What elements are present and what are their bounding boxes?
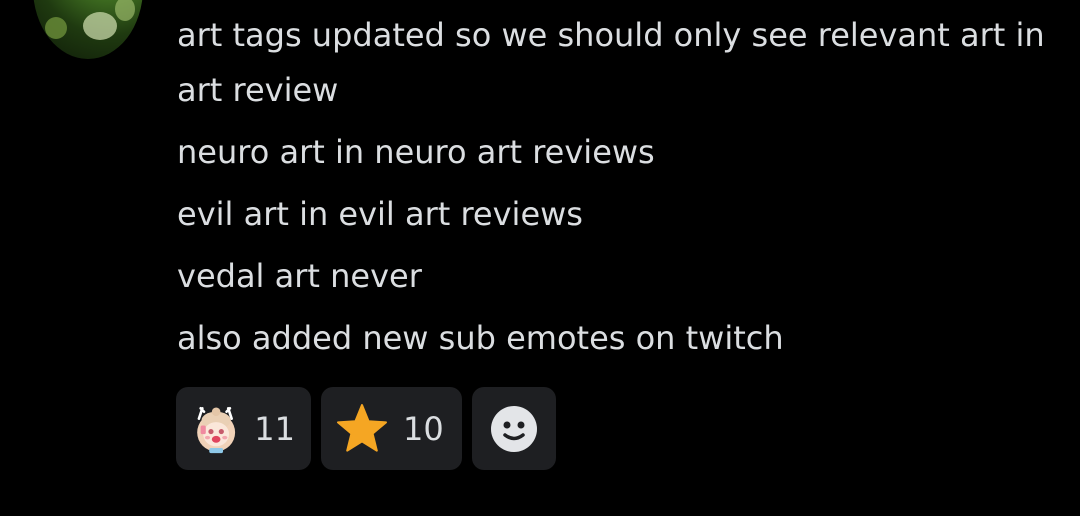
avatar-detail: [83, 12, 117, 40]
message-text: evil art in evil art reviews: [177, 195, 583, 233]
star-icon: [337, 403, 387, 452]
message-text: also added new sub emotes on twitch: [177, 319, 784, 357]
avatar[interactable]: [33, 0, 143, 59]
reaction-count: 11: [254, 409, 295, 448]
message-text: art tags updated so we should only see r…: [177, 16, 1045, 109]
reaction-bar: 11 10: [176, 387, 556, 470]
add-reaction-button[interactable]: [472, 387, 556, 470]
message-text: neuro art in neuro art reviews: [177, 133, 655, 171]
anime-girl-emote-icon: [197, 406, 236, 453]
message-group: art tags updated so we should only see r…: [177, 8, 1057, 373]
reaction-count: 10: [403, 409, 444, 448]
avatar-detail: [115, 0, 135, 21]
reaction-anime-emote[interactable]: 11: [176, 387, 311, 470]
add-reaction-icon: [491, 405, 537, 452]
reaction-star[interactable]: 10: [321, 387, 462, 470]
avatar-detail: [45, 17, 67, 39]
message-text: vedal art never: [177, 257, 422, 295]
